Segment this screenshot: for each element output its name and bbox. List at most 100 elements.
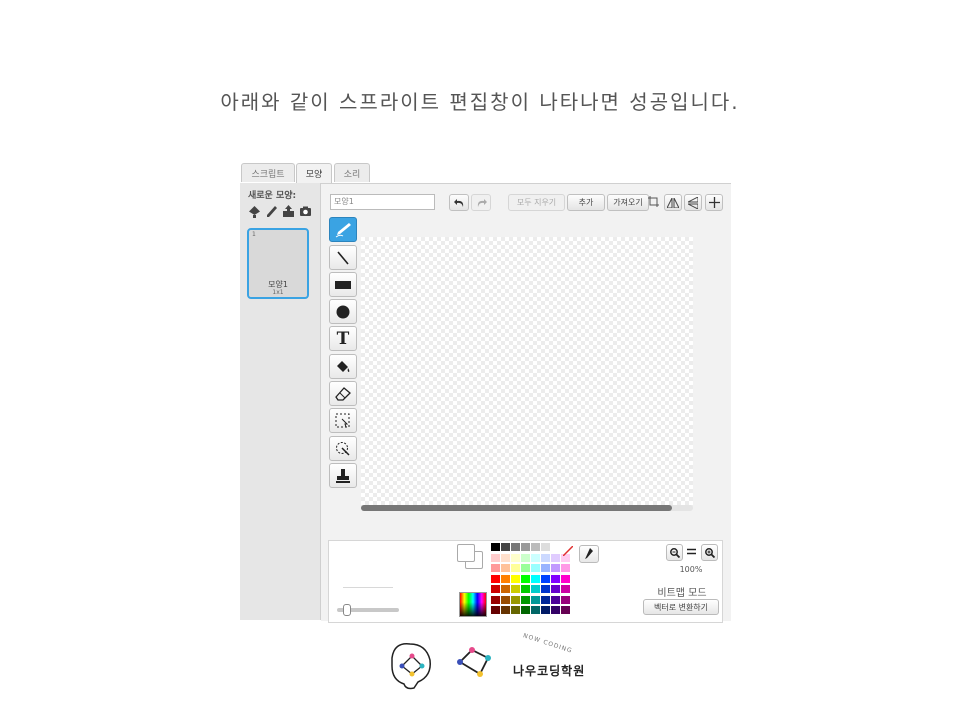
color-swatch[interactable] <box>561 606 570 614</box>
tab-costumes[interactable]: 모양 <box>296 163 332 183</box>
costume-name-field[interactable]: 모양1 <box>330 194 435 210</box>
color-picker-spectrum[interactable] <box>459 592 487 617</box>
color-swatch[interactable] <box>531 574 540 583</box>
color-swatch[interactable] <box>541 595 550 604</box>
magic-select-tool[interactable] <box>329 436 357 461</box>
color-swatch[interactable] <box>491 553 500 562</box>
color-swatch[interactable] <box>521 543 530 551</box>
color-swatch[interactable] <box>491 564 500 572</box>
clear-button[interactable]: 모두 지우기 <box>508 194 565 211</box>
color-swatch[interactable] <box>561 585 570 593</box>
eraser-tool[interactable] <box>329 381 357 406</box>
zoom-reset-button[interactable] <box>684 544 699 559</box>
costume-thumbnail[interactable]: 1 모양1 1x1 <box>247 228 309 299</box>
select-icon <box>335 413 350 427</box>
zoom-in-button[interactable] <box>701 544 718 561</box>
stamp-tool[interactable] <box>329 463 357 488</box>
flip-horizontal-icon[interactable] <box>664 194 682 211</box>
redo-button[interactable] <box>471 194 491 211</box>
line-tool[interactable] <box>329 245 357 270</box>
color-swatch[interactable] <box>501 606 510 614</box>
transparent-color-icon[interactable] <box>563 546 573 556</box>
color-swatch[interactable] <box>551 553 560 562</box>
color-swatch[interactable] <box>551 543 560 551</box>
color-swatch[interactable] <box>511 574 520 583</box>
color-swatch[interactable] <box>491 585 500 593</box>
paint-canvas[interactable] <box>361 237 693 507</box>
color-swatch[interactable] <box>491 543 500 551</box>
color-swatch[interactable] <box>511 564 520 572</box>
rectangle-tool[interactable] <box>329 272 357 297</box>
color-swatch[interactable] <box>501 543 510 551</box>
color-swatch[interactable] <box>521 553 530 562</box>
color-swatch[interactable] <box>491 595 500 604</box>
brush-tool[interactable] <box>329 217 357 242</box>
brush-icon[interactable] <box>265 205 278 218</box>
convert-to-vector-button[interactable]: 벡터로 변환하기 <box>643 599 719 615</box>
color-swatch[interactable] <box>521 564 530 572</box>
add-button[interactable]: 추가 <box>567 194 605 211</box>
text-tool[interactable]: T <box>329 326 357 351</box>
import-button[interactable]: 가져오기 <box>607 194 649 211</box>
color-swatch[interactable] <box>491 606 500 614</box>
color-swatch[interactable] <box>491 574 500 583</box>
color-swatch[interactable] <box>561 564 570 572</box>
fill-tool[interactable] <box>329 354 357 379</box>
costume-list-panel: 새로운 모양: 1 모양1 1x1 <box>240 183 321 620</box>
color-swatch[interactable] <box>521 595 530 604</box>
color-swatch[interactable] <box>541 543 550 551</box>
color-swatch[interactable] <box>541 585 550 593</box>
upload-icon[interactable] <box>282 205 295 218</box>
ellipse-tool[interactable] <box>329 299 357 324</box>
color-swatch[interactable] <box>531 606 540 614</box>
color-swatch[interactable] <box>531 595 540 604</box>
color-swatch[interactable] <box>551 595 560 604</box>
undo-button[interactable] <box>449 194 469 211</box>
color-swatch[interactable] <box>551 585 560 593</box>
color-swatch[interactable] <box>511 553 520 562</box>
scrollbar-thumb[interactable] <box>361 505 672 511</box>
color-swatch[interactable] <box>541 606 550 614</box>
color-swatch[interactable] <box>551 606 560 614</box>
rectangle-tool-icon <box>335 280 351 289</box>
color-swatch[interactable] <box>551 574 560 583</box>
slider-knob[interactable] <box>343 604 351 616</box>
color-swatch[interactable] <box>561 574 570 583</box>
color-swatch[interactable] <box>501 564 510 572</box>
color-swatch[interactable] <box>511 595 520 604</box>
color-swatch[interactable] <box>551 564 560 572</box>
primary-color-swatch[interactable] <box>457 544 475 562</box>
zoom-out-button[interactable] <box>666 544 683 561</box>
color-swatch[interactable] <box>521 585 530 593</box>
costume-size: 1x1 <box>272 289 284 296</box>
select-tool[interactable] <box>329 408 357 433</box>
set-center-icon[interactable] <box>705 194 723 211</box>
color-swatch[interactable] <box>501 553 510 562</box>
paint-new-icon[interactable] <box>248 205 261 218</box>
color-swatch[interactable] <box>561 595 570 604</box>
color-swatch[interactable] <box>531 543 540 551</box>
camera-icon[interactable] <box>299 205 312 218</box>
horizontal-scrollbar[interactable] <box>361 505 693 511</box>
color-swatch[interactable] <box>501 574 510 583</box>
color-swatch[interactable] <box>511 606 520 614</box>
color-swatch[interactable] <box>541 574 550 583</box>
crop-icon[interactable] <box>647 194 660 209</box>
color-swatch[interactable] <box>541 564 550 572</box>
tab-sounds[interactable]: 소리 <box>334 163 370 182</box>
tab-scripts[interactable]: 스크립트 <box>241 163 295 182</box>
color-swatch[interactable] <box>531 553 540 562</box>
zoom-out-icon <box>669 547 680 558</box>
color-swatch[interactable] <box>541 553 550 562</box>
color-swatch[interactable] <box>501 585 510 593</box>
color-swatch[interactable] <box>501 595 510 604</box>
color-swatch[interactable] <box>521 574 530 583</box>
flip-vertical-icon[interactable] <box>684 194 702 211</box>
brush-size-slider[interactable] <box>337 604 399 616</box>
color-swatch[interactable] <box>531 564 540 572</box>
eyedropper-button[interactable] <box>579 545 599 563</box>
color-swatch[interactable] <box>521 606 530 614</box>
color-swatch[interactable] <box>511 543 520 551</box>
color-swatch[interactable] <box>511 585 520 593</box>
color-swatch[interactable] <box>531 585 540 593</box>
